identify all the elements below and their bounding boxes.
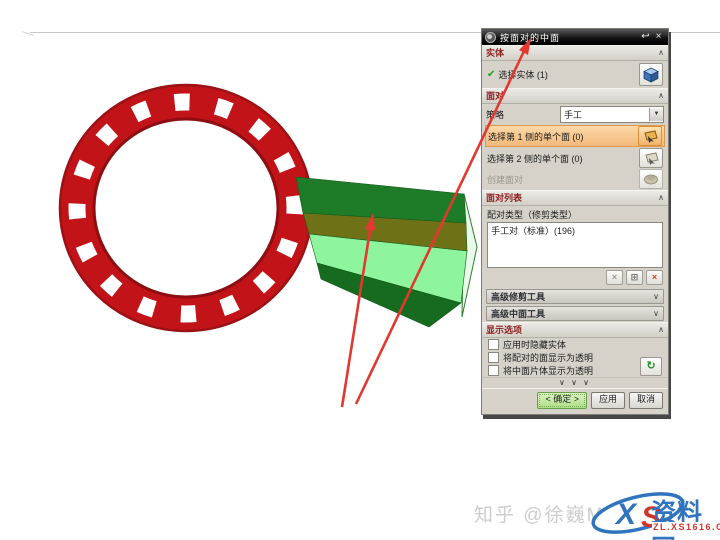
dialog-button-row: < 确定 > 应用 取消 [482,388,668,414]
select-side2-button[interactable] [639,148,663,168]
collapse-icon: ∧ [658,323,664,337]
hide-solid-checkbox[interactable] [488,339,499,350]
chevron-down-icon: ▼ [649,108,663,121]
list-buttons: × ⊞ × [482,268,668,287]
refresh-display-button[interactable]: ↻ [640,357,662,376]
check-icon: ✔ [487,69,495,80]
list-delete-button[interactable]: × [646,270,663,285]
cube-icon [642,67,660,83]
create-pair-row[interactable]: 创建面对 [485,169,665,189]
list-item[interactable]: 手工对（标准）(196) [488,223,662,238]
ring-model[interactable] [60,85,312,331]
group-header-face-pair[interactable]: 面对 ∧ [482,88,668,104]
dialog-options-icon[interactable] [485,32,496,43]
more-options-strip[interactable]: ∨ ∨ ∨ [482,377,668,388]
select-side1-button[interactable] [638,126,662,146]
midsheet-translucent-checkbox[interactable] [488,365,499,376]
face-pair-icon [643,173,659,186]
dialog-title: 按面对的中面 [500,31,639,44]
dialog-reset-icon[interactable]: ↩ [639,31,652,43]
select-side1-row[interactable]: 选择第 1 侧的单个面 (0) [485,125,665,147]
face-pair-list[interactable]: 手工对（标准）(196) [487,222,663,268]
collapse-icon: ∧ [658,46,664,60]
advanced-midsurface-tools-bar[interactable]: 高级中面工具 ∨ [486,306,664,321]
apply-button[interactable]: 应用 [591,392,625,409]
display-options-group: 应用时隐藏实体 将配对的面显示为透明 将中面片体显示为透明 ↻ [482,338,668,377]
advanced-trim-tools-bar[interactable]: 高级修剪工具 ∨ [486,289,664,304]
watermark-url: ZL.XS1616.COM [652,522,720,532]
select-side2-row[interactable]: 选择第 2 侧的单个面 (0) [485,148,665,168]
ok-button[interactable]: < 确定 > [537,392,587,409]
midsurface-dialog: 按面对的中面 ↩ × 实体 ∧ ✔ 选择实体 (1) 面对 ∧ [481,28,669,415]
collapse-icon: ∧ [658,191,664,205]
collapse-icon: ∧ [658,89,664,103]
list-copy-button[interactable]: ⊞ [626,270,643,285]
paired-faces-translucent-checkbox[interactable] [488,352,499,363]
create-pair-button[interactable] [639,169,663,189]
expand-icon: ∨ [653,309,659,318]
dialog-title-bar[interactable]: 按面对的中面 ↩ × [482,29,668,45]
strategy-row: 策略 手工 ▼ [482,104,668,124]
list-deselect-button[interactable]: × [606,270,623,285]
face-select-icon [642,130,658,143]
application-window: 按面对的中面 ↩ × 实体 ∧ ✔ 选择实体 (1) 面对 ∧ [0,0,720,540]
watermark-site-name: 资料网 [651,493,720,540]
pair-type-label: 配对类型（修剪类型） [482,206,668,222]
face-select-icon [643,152,659,165]
group-header-display-options[interactable]: 显示选项 ∧ [482,322,668,338]
wedge-model[interactable] [296,177,477,327]
strategy-dropdown[interactable]: 手工 ▼ [560,106,664,123]
checkbox-row: 应用时隐藏实体 [482,338,668,351]
expand-icon: ∨ [653,292,659,301]
cancel-button[interactable]: 取消 [629,392,663,409]
select-body-button[interactable] [639,63,663,86]
group-header-solid[interactable]: 实体 ∧ [482,45,668,61]
group-header-pair-list[interactable]: 面对列表 ∧ [482,190,668,206]
dialog-close-icon[interactable]: × [652,31,665,43]
select-body-row[interactable]: ✔ 选择实体 (1) [485,62,665,87]
logo-letter-x: X [614,498,638,531]
